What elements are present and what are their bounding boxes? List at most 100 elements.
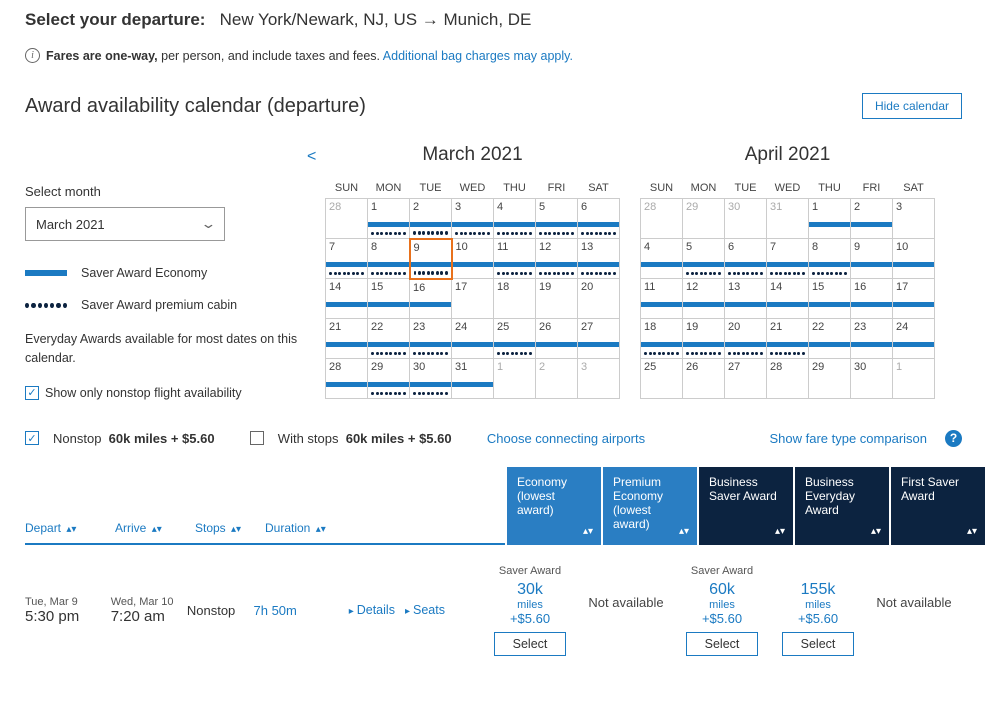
calendar-day[interactable]: 11 — [641, 279, 683, 319]
calendar-day[interactable]: 6 — [578, 199, 620, 239]
fare-column-header[interactable]: Premium Economy (lowest award)▴▾ — [603, 467, 697, 545]
select-fare-button[interactable]: Select — [686, 632, 759, 656]
calendar-day[interactable]: 28 — [326, 359, 368, 399]
calendar-day[interactable]: 19 — [536, 279, 578, 319]
saver-econ-bar — [683, 302, 724, 307]
calendar-day[interactable]: 15 — [809, 279, 851, 319]
calendar-day[interactable]: 13 — [578, 239, 620, 279]
calendar-day[interactable]: 2 — [410, 199, 452, 239]
calendar-day[interactable]: 29 — [368, 359, 410, 399]
calendar-day[interactable]: 20 — [578, 279, 620, 319]
calendar-day[interactable]: 7 — [326, 239, 368, 279]
help-icon[interactable]: ? — [945, 430, 962, 447]
calendar-day[interactable]: 30 — [410, 359, 452, 399]
calendar-day[interactable]: 1 — [893, 359, 935, 399]
calendar-day[interactable]: 29 — [683, 199, 725, 239]
calendar-day[interactable]: 16 — [410, 279, 452, 319]
calendar-day[interactable]: 4 — [641, 239, 683, 279]
col-duration[interactable]: Duration ▴▾ — [265, 521, 505, 535]
calendar-day[interactable]: 13 — [725, 279, 767, 319]
fare-column-header[interactable]: Business Saver Award▴▾ — [699, 467, 793, 545]
info-row: i Fares are one-way, per person, and inc… — [25, 48, 962, 63]
calendar-day[interactable]: 16 — [851, 279, 893, 319]
calendar-day[interactable]: 1 — [494, 359, 536, 399]
calendar-day[interactable]: 23 — [851, 319, 893, 359]
seats-link[interactable]: Seats — [405, 603, 445, 617]
fare-column-header[interactable]: First Saver Award▴▾ — [891, 467, 985, 545]
calendar-day[interactable]: 14 — [767, 279, 809, 319]
calendar-day[interactable]: 1 — [368, 199, 410, 239]
calendar-day[interactable]: 12 — [536, 239, 578, 279]
fare-column-header[interactable]: Economy (lowest award)▴▾ — [507, 467, 601, 545]
calendar-day[interactable]: 11 — [494, 239, 536, 279]
calendar-day[interactable]: 9 — [851, 239, 893, 279]
nonstop-filter-checkbox[interactable]: ✓ — [25, 431, 39, 445]
calendar-day[interactable]: 2 — [536, 359, 578, 399]
nonstop-only-checkbox[interactable]: ✓ — [25, 386, 39, 400]
calendar-day[interactable]: 27 — [725, 359, 767, 399]
calendar-day[interactable]: 31 — [767, 199, 809, 239]
calendar-day[interactable]: 3 — [893, 199, 935, 239]
calendar-day[interactable]: 22 — [368, 319, 410, 359]
calendar-day[interactable]: 7 — [767, 239, 809, 279]
calendar-day[interactable]: 20 — [725, 319, 767, 359]
calendar-day[interactable]: 23 — [410, 319, 452, 359]
calendar-day[interactable]: 24 — [893, 319, 935, 359]
calendar-day[interactable]: 5 — [683, 239, 725, 279]
calendar-day[interactable]: 27 — [578, 319, 620, 359]
calendar-day[interactable]: 14 — [326, 279, 368, 319]
calendar-day[interactable]: 18 — [494, 279, 536, 319]
calendar-day[interactable]: 18 — [641, 319, 683, 359]
select-fare-button[interactable]: Select — [782, 632, 855, 656]
calendar-day[interactable]: 25 — [494, 319, 536, 359]
stops-filter-checkbox[interactable] — [250, 431, 264, 445]
calendar-day[interactable]: 17 — [893, 279, 935, 319]
calendar-day[interactable]: 4 — [494, 199, 536, 239]
calendar-day[interactable]: 24 — [452, 319, 494, 359]
calendar-day[interactable]: 5 — [536, 199, 578, 239]
calendar-day[interactable]: 17 — [452, 279, 494, 319]
calendar-day[interactable]: 3 — [452, 199, 494, 239]
calendar-day[interactable]: 26 — [536, 319, 578, 359]
calendar-day[interactable]: 8 — [809, 239, 851, 279]
calendar-day[interactable]: 2 — [851, 199, 893, 239]
calendar-day[interactable]: 12 — [683, 279, 725, 319]
select-fare-button[interactable]: Select — [494, 632, 567, 656]
calendar-day[interactable]: 15 — [368, 279, 410, 319]
hide-calendar-button[interactable]: Hide calendar — [862, 93, 962, 119]
calendar-day[interactable]: 10 — [452, 239, 494, 279]
calendar-day[interactable]: 28 — [641, 199, 683, 239]
calendar-day[interactable]: 1 — [809, 199, 851, 239]
month-select[interactable]: March 2021 ⌄ — [25, 207, 225, 241]
calendar-day[interactable]: 30 — [851, 359, 893, 399]
calendar-day[interactable]: 19 — [683, 319, 725, 359]
calendar-day[interactable]: 31 — [452, 359, 494, 399]
calendar-day[interactable]: 25 — [641, 359, 683, 399]
info-icon: i — [25, 48, 40, 63]
connecting-airports-link[interactable]: Choose connecting airports — [487, 431, 645, 446]
col-depart[interactable]: Depart ▴▾ — [25, 521, 115, 535]
col-arrive[interactable]: Arrive ▴▾ — [115, 521, 195, 535]
col-stops[interactable]: Stops ▴▾ — [195, 521, 265, 535]
calendar-day[interactable]: 26 — [683, 359, 725, 399]
calendar-day[interactable]: 22 — [809, 319, 851, 359]
calendar-day[interactable]: 3 — [578, 359, 620, 399]
calendar-day[interactable]: 29 — [809, 359, 851, 399]
calendar-day[interactable]: 30 — [725, 199, 767, 239]
calendar-day[interactable]: 21 — [767, 319, 809, 359]
saver-econ-bar — [809, 342, 850, 347]
calendar-day[interactable]: 6 — [725, 239, 767, 279]
fare-column-header[interactable]: Business Everyday Award▴▾ — [795, 467, 889, 545]
calendar-day[interactable]: 28 — [767, 359, 809, 399]
bag-charges-link[interactable]: Additional bag charges may apply. — [383, 49, 573, 63]
calendar-title: Award availability calendar (departure) — [25, 95, 366, 118]
calendar-day[interactable]: 9 — [410, 239, 452, 279]
details-link[interactable]: Details — [349, 603, 395, 617]
calendar-day[interactable]: 10 — [893, 239, 935, 279]
calendar-day[interactable]: 21 — [326, 319, 368, 359]
prev-month-arrow[interactable]: < — [307, 148, 316, 166]
fare-comparison-link[interactable]: Show fare type comparison — [769, 431, 927, 446]
calendar-day[interactable]: 8 — [368, 239, 410, 279]
fare-cell: Saver Award30kmiles+$5.60Select — [482, 565, 578, 656]
calendar-day[interactable]: 28 — [326, 199, 368, 239]
